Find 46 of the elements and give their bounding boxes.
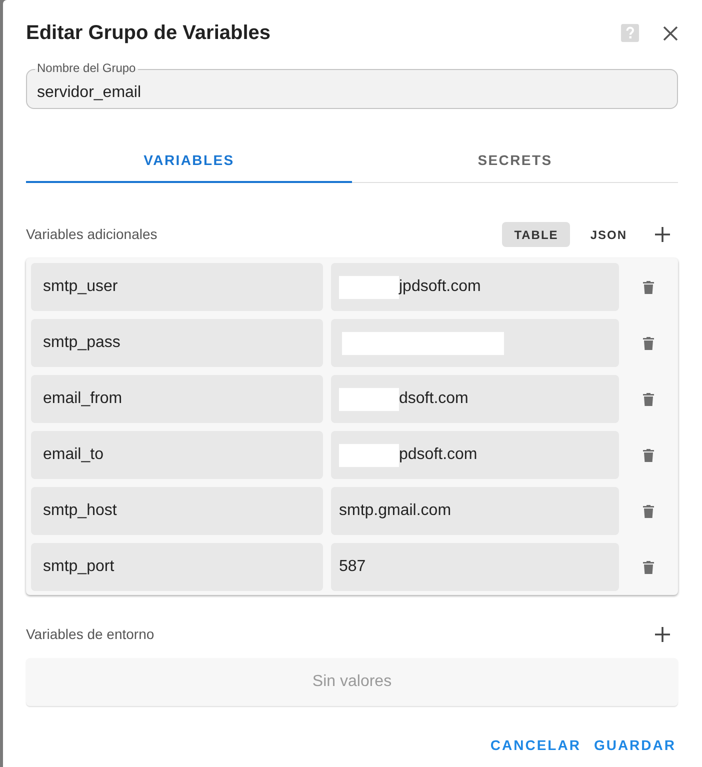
plus-icon xyxy=(655,627,670,642)
section-title: Variables de entorno xyxy=(26,625,154,644)
plus-icon xyxy=(655,227,670,242)
close-icon xyxy=(663,26,678,40)
variable-name-field[interactable]: smtp_port xyxy=(31,543,323,591)
delete-button[interactable] xyxy=(643,280,654,294)
trash-icon xyxy=(643,280,654,294)
field-label: Nombre del Grupo xyxy=(35,62,138,75)
close-button[interactable] xyxy=(663,26,678,40)
variable-name-field[interactable]: email_to xyxy=(31,431,323,479)
variable-value-field[interactable]: jpdsoft.com xyxy=(331,263,619,311)
add-button[interactable] xyxy=(655,227,670,242)
variable-value-text: pdsoft.com xyxy=(399,445,478,465)
view-mode-button[interactable]: JSON xyxy=(578,222,639,247)
variable-name-field[interactable]: smtp_host xyxy=(31,487,323,535)
variable-value-text: jpdsoft.com xyxy=(399,277,481,297)
variable-value-text: dsoft.com xyxy=(399,389,468,409)
dialog-title: Editar Grupo de Variables xyxy=(26,21,271,45)
delete-button[interactable] xyxy=(643,392,654,406)
trash-icon xyxy=(643,504,654,518)
help-icon xyxy=(621,24,639,42)
variable-value-text: smtp.gmail.com xyxy=(339,501,452,521)
variable-name-field[interactable]: smtp_user xyxy=(31,263,323,311)
add-button[interactable] xyxy=(655,627,670,642)
delete-button[interactable] xyxy=(643,560,654,574)
variable-value-field[interactable]: smtp.gmail.com xyxy=(331,487,619,535)
variable-value-field[interactable]: pdsoft.com xyxy=(331,431,619,479)
delete-button[interactable] xyxy=(643,504,654,518)
variable-value-field[interactable]: 587 xyxy=(331,543,619,591)
empty-state-text: Sin valores xyxy=(312,672,392,692)
trash-icon xyxy=(643,392,654,406)
tab[interactable]: SECRETS xyxy=(352,140,678,183)
section-title: Variables adicionales xyxy=(26,225,158,244)
action-button[interactable]: GUARDAR xyxy=(592,727,678,763)
variable-name-field[interactable]: email_from xyxy=(31,375,323,423)
delete-button[interactable] xyxy=(643,448,654,462)
view-mode-button[interactable]: TABLE xyxy=(502,222,570,247)
action-button[interactable]: CANCELAR xyxy=(488,727,583,763)
trash-icon xyxy=(643,448,654,462)
variable-value-field[interactable]: dsoft.com xyxy=(331,375,619,423)
tab[interactable]: VARIABLES xyxy=(26,140,352,183)
trash-icon xyxy=(643,336,654,350)
delete-button[interactable] xyxy=(643,336,654,350)
trash-icon xyxy=(643,560,654,574)
variable-value-text: 587 xyxy=(339,557,366,577)
variable-name-field[interactable]: smtp_pass xyxy=(31,319,323,367)
